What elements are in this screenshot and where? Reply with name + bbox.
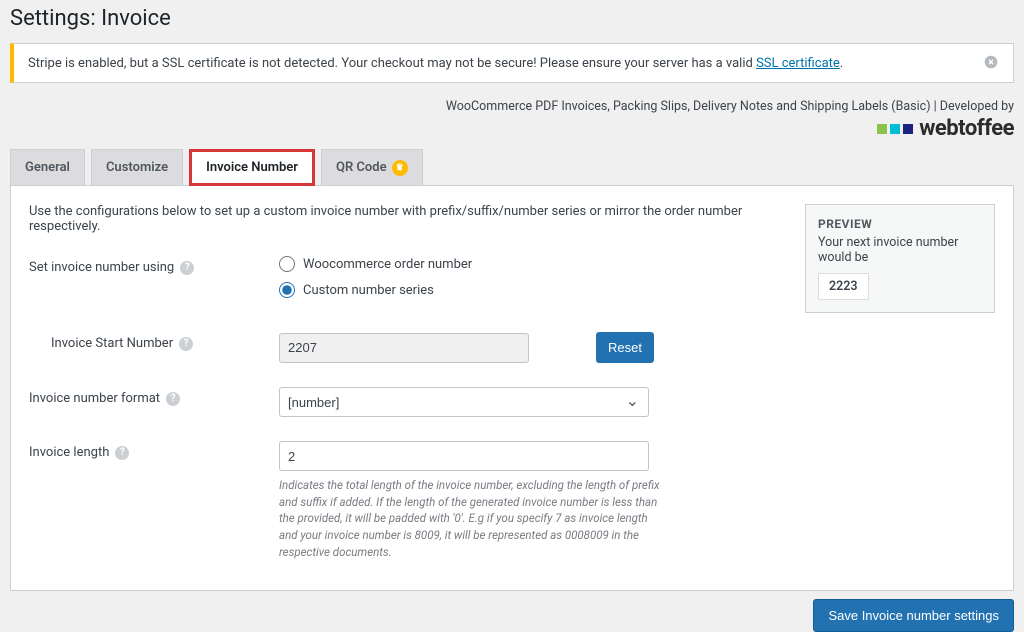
- tab-qr-code-label: QR Code: [336, 160, 387, 175]
- dismiss-icon[interactable]: [983, 55, 999, 71]
- preview-value: 2223: [818, 273, 869, 300]
- label-number-format-text: Invoice number format: [29, 391, 160, 406]
- help-icon[interactable]: ?: [166, 392, 180, 406]
- form-area: Use the configurations below to set up a…: [29, 204, 785, 560]
- radio-custom-series-input[interactable]: [279, 282, 295, 298]
- number-format-select[interactable]: [number]: [279, 387, 649, 417]
- invoice-length-input[interactable]: [279, 441, 649, 471]
- help-icon[interactable]: ?: [180, 261, 194, 275]
- developer-credit: WooCommerce PDF Invoices, Packing Slips,…: [0, 93, 1024, 116]
- label-number-format: Invoice number format ?: [29, 387, 279, 406]
- brand-logo: webtoffee: [0, 116, 1024, 149]
- preview-desc: Your next invoice number would be: [818, 235, 982, 265]
- radio-custom-series-label: Custom number series: [303, 283, 434, 298]
- content-panel: Use the configurations below to set up a…: [10, 185, 1014, 591]
- notice-text-after: .: [840, 56, 843, 71]
- brand-name: webtoffee: [919, 116, 1014, 141]
- ssl-warning-notice: Stripe is enabled, but a SSL certificate…: [10, 43, 1014, 83]
- logo-squares-icon: [877, 124, 913, 134]
- preview-title: PREVIEW: [818, 217, 982, 231]
- tab-general[interactable]: General: [10, 149, 85, 185]
- label-invoice-length-text: Invoice length: [29, 445, 109, 460]
- label-set-invoice-using: Set invoice number using ?: [29, 256, 279, 275]
- radio-woocommerce-order-input[interactable]: [279, 256, 295, 272]
- help-icon[interactable]: ?: [179, 337, 193, 351]
- radio-woocommerce-order-label: Woocommerce order number: [303, 257, 472, 272]
- help-icon[interactable]: ?: [115, 446, 129, 460]
- tab-qr-code[interactable]: QR Code ♛: [321, 149, 423, 185]
- radio-custom-series[interactable]: Custom number series: [279, 282, 749, 298]
- radio-group-set-using: Woocommerce order number Custom number s…: [279, 256, 749, 308]
- label-start-number: Invoice Start Number ?: [29, 332, 279, 351]
- invoice-length-help: Indicates the total length of the invoic…: [279, 477, 669, 560]
- label-invoice-length: Invoice length ?: [29, 441, 279, 460]
- notice-text-before: Stripe is enabled, but a SSL certificate…: [28, 56, 756, 71]
- label-set-invoice-using-text: Set invoice number using: [29, 260, 174, 275]
- reset-button[interactable]: Reset: [596, 332, 654, 363]
- tab-invoice-number[interactable]: Invoice Number: [189, 149, 315, 186]
- tab-customize[interactable]: Customize: [91, 149, 183, 185]
- start-number-input[interactable]: [279, 333, 529, 363]
- tabs-nav: General Customize Invoice Number QR Code…: [0, 149, 1024, 185]
- label-start-number-text: Invoice Start Number: [51, 336, 173, 351]
- crown-icon: ♛: [392, 160, 408, 176]
- radio-woocommerce-order[interactable]: Woocommerce order number: [279, 256, 749, 272]
- preview-box: PREVIEW Your next invoice number would b…: [805, 204, 995, 313]
- save-button[interactable]: Save Invoice number settings: [813, 599, 1014, 632]
- intro-text: Use the configurations below to set up a…: [29, 204, 785, 234]
- page-title: Settings: Invoice: [0, 0, 1024, 43]
- ssl-certificate-link[interactable]: SSL certificate: [756, 56, 840, 71]
